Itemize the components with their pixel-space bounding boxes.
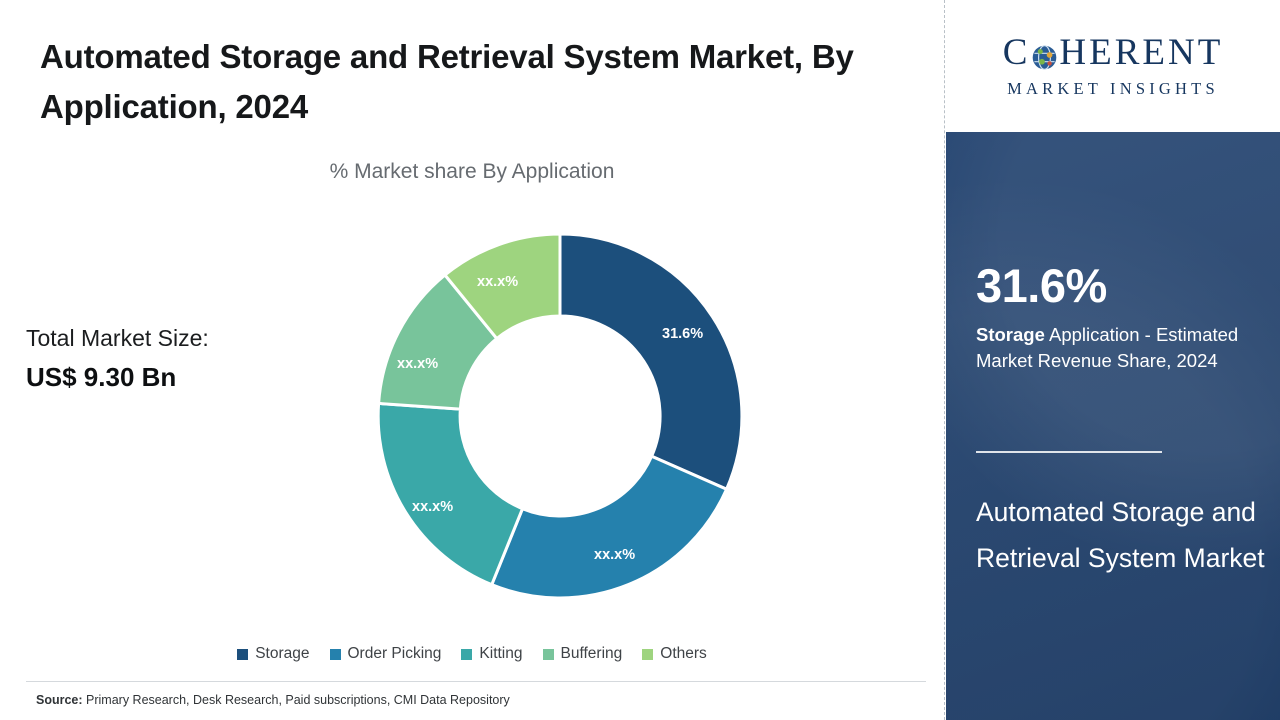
legend-label: Others [660, 645, 707, 662]
legend-item-storage[interactable]: Storage [237, 645, 310, 663]
chart-legend: Storage Order Picking Kitting Buffering … [0, 645, 944, 663]
slice-storage[interactable] [558, 232, 742, 492]
highlight-description: Storage Application - Estimated Market R… [976, 322, 1256, 375]
legend-swatch-icon [642, 648, 654, 660]
legend-item-kitting[interactable]: Kitting [461, 645, 523, 663]
legend-item-buffering[interactable]: Buffering [542, 645, 623, 663]
slice-order-picking[interactable] [489, 454, 729, 600]
legend-swatch-icon [461, 648, 473, 660]
legend-label: Buffering [560, 645, 623, 662]
highlight-percent: 31.6% [976, 259, 1107, 312]
highlight-panel: C HERENT MARKET INSIGHTS 31.6% Storage A… [946, 0, 1280, 720]
legend-item-order-picking[interactable]: Order Picking [329, 645, 442, 663]
slice-label-buffering: xx.x% [397, 356, 439, 372]
donut-chart: 31.6% xx.x% xx.x% xx.x% xx.x% [378, 230, 742, 602]
panel-divider [944, 0, 945, 720]
legend-label: Kitting [479, 645, 523, 662]
legend-swatch-icon [237, 648, 249, 660]
legend-label: Order Picking [347, 645, 442, 662]
slice-label-storage: 31.6% [662, 326, 704, 342]
slice-label-kitting: xx.x% [412, 499, 454, 515]
highlight-market-name: Automated Storage and Retrieval System M… [976, 497, 1265, 573]
brand-name-main: C HERENT [1003, 34, 1224, 71]
highlight-description-bold: Storage [976, 324, 1045, 345]
total-market-size-value: US$ 9.30 Bn [26, 362, 177, 392]
page-title: Automated Storage and Retrieval System M… [40, 38, 854, 126]
legend-label: Storage [255, 645, 310, 662]
legend-swatch-icon [542, 648, 554, 660]
brand-name-pre: C [1002, 31, 1031, 73]
highlight-divider [976, 451, 1162, 453]
globe-icon [1031, 41, 1058, 70]
source-text: Primary Research, Desk Research, Paid su… [82, 693, 510, 707]
legend-item-others[interactable]: Others [642, 645, 707, 663]
source-prefix: Source: [36, 693, 83, 707]
source-note: Source: Primary Research, Desk Research,… [36, 693, 510, 707]
legend-swatch-icon [329, 648, 341, 660]
slice-label-others: xx.x% [477, 274, 519, 290]
total-market-size-label: Total Market Size: [26, 325, 209, 351]
chart-subtitle: % Market share By Application [329, 160, 615, 183]
donut-svg [378, 232, 742, 600]
slice-label-order-picking: xx.x% [594, 547, 636, 563]
source-divider [26, 681, 926, 682]
brand-tagline: MARKET INSIGHTS [1007, 78, 1219, 98]
brand-logo: C HERENT MARKET INSIGHTS [946, 0, 1280, 132]
brand-name-post: HERENT [1059, 31, 1224, 73]
page-root: Automated Storage and Retrieval System M… [0, 0, 1280, 720]
chart-panel: Automated Storage and Retrieval System M… [0, 0, 944, 720]
slice-kitting[interactable] [378, 401, 525, 587]
